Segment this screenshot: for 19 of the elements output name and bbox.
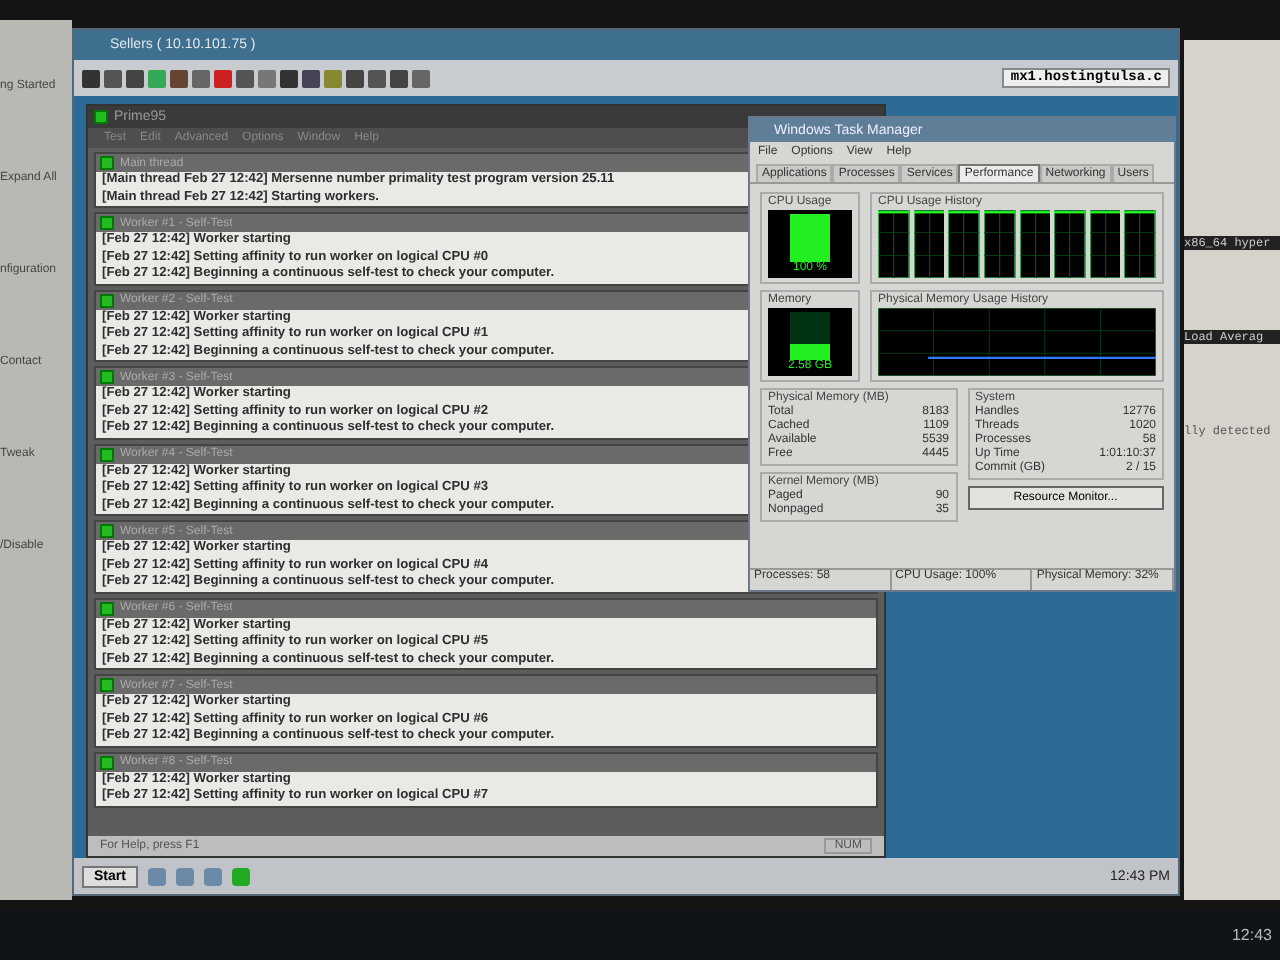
app-icon — [94, 110, 108, 124]
app-icon — [100, 370, 114, 384]
app-icon — [100, 156, 114, 170]
app-icon — [100, 216, 114, 230]
cpu-history-graph — [983, 210, 1015, 278]
app-icon — [100, 293, 114, 307]
cpu-history-graph — [1089, 210, 1121, 278]
cpu-history-graph — [913, 210, 945, 278]
cpu-history-graph — [1124, 210, 1156, 278]
app-icon — [100, 601, 114, 615]
taskbar-clock: 12:43 — [1231, 926, 1272, 944]
app-icon — [100, 447, 114, 461]
cpu-history-graph — [878, 210, 910, 278]
app-icon — [100, 678, 114, 692]
cpu-history-graph — [1054, 210, 1086, 278]
cpu-history-graph — [1019, 210, 1051, 278]
app-icon — [100, 524, 114, 538]
app-icon — [100, 755, 114, 769]
cpu-history-graph — [948, 210, 980, 278]
